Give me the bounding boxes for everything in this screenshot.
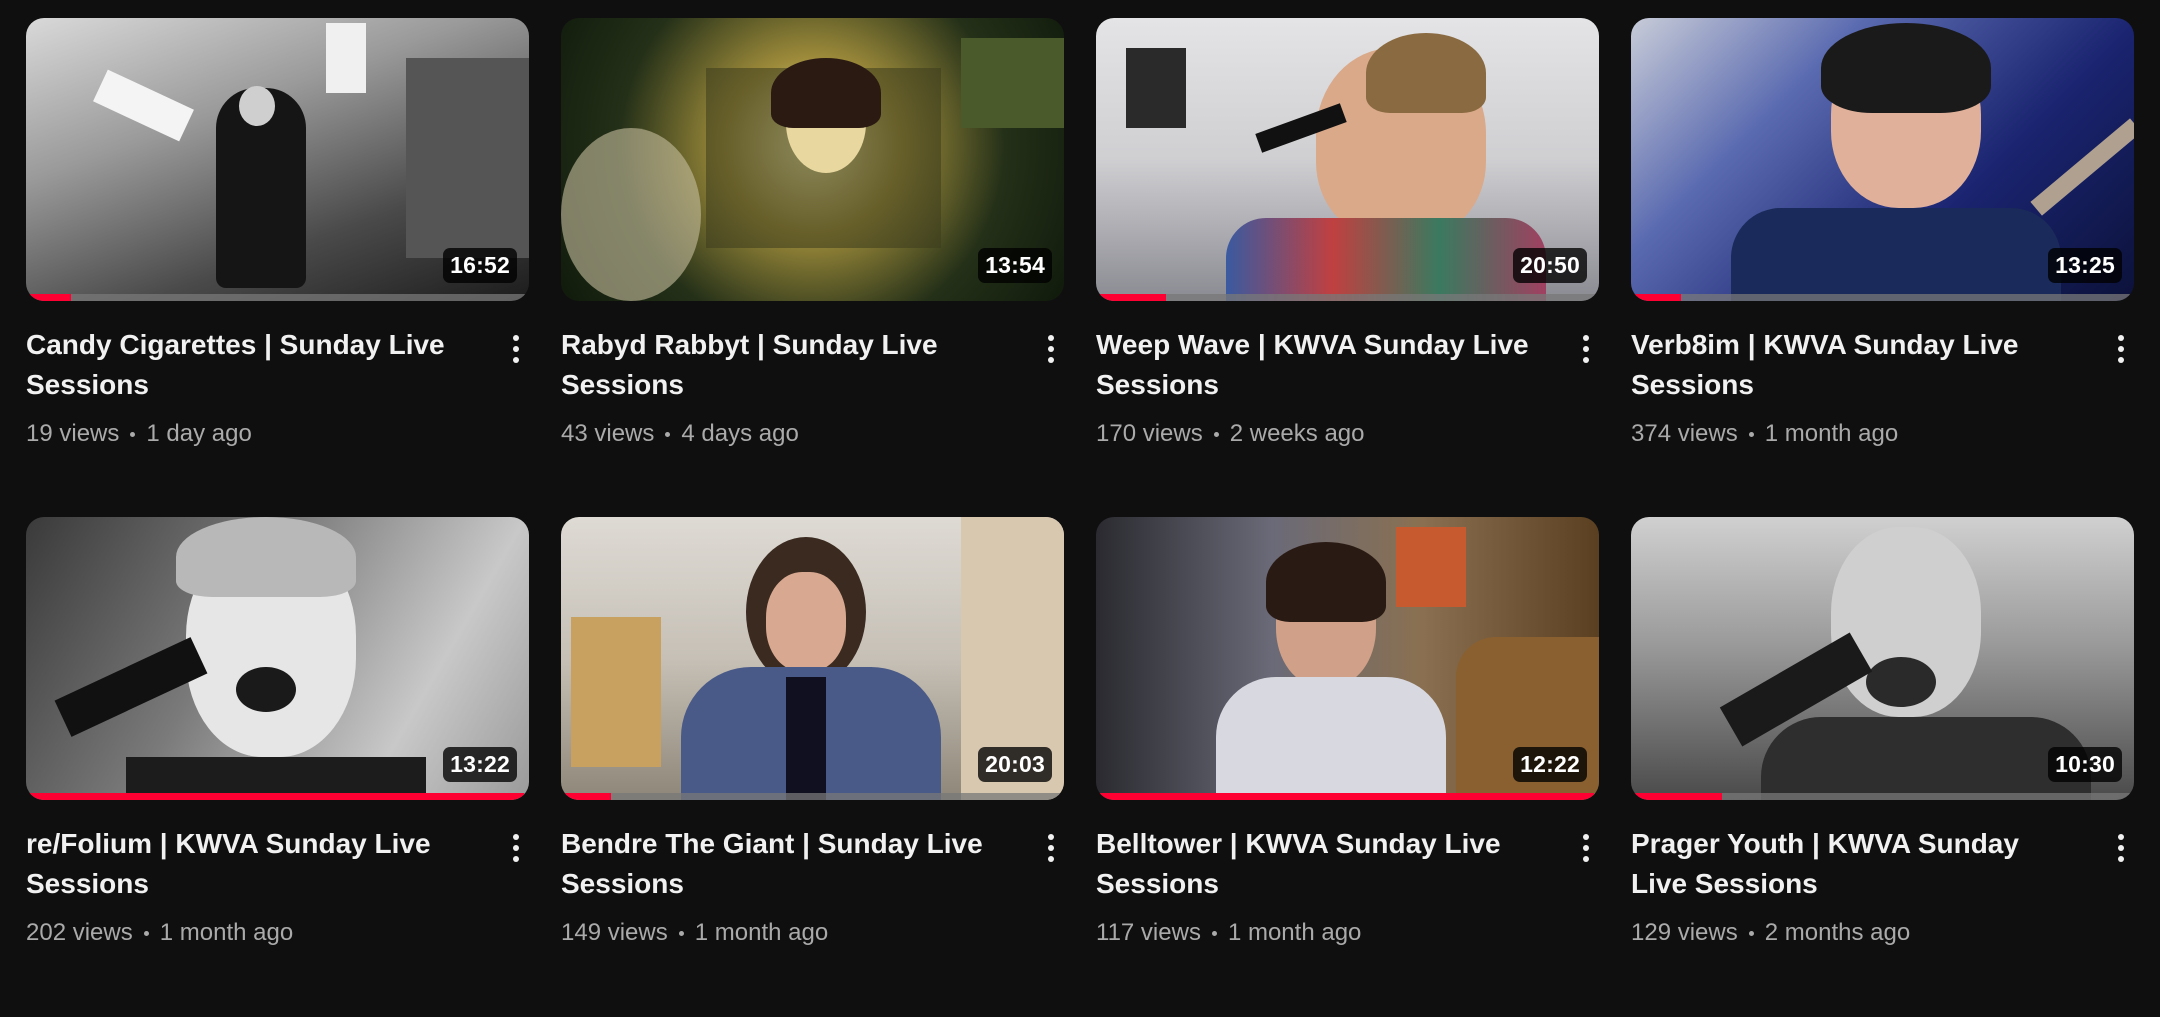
video-title[interactable]: Bendre The Giant | Sunday Live Sessions <box>561 824 1008 904</box>
video-stats: 129 views 2 months ago <box>1631 916 2078 950</box>
view-count: 43 views <box>561 420 655 447</box>
view-count: 19 views <box>26 420 120 447</box>
duration-badge: 20:03 <box>978 747 1052 782</box>
video-title[interactable]: Prager Youth | KWVA Sunday Live Sessions <box>1631 824 2078 904</box>
video-stats: 374 views 1 month ago <box>1631 417 2078 451</box>
video-thumbnail[interactable]: 20:50 <box>1096 18 1599 301</box>
video-thumbnail[interactable]: 20:03 <box>561 517 1064 800</box>
duration-badge: 13:25 <box>2048 248 2122 283</box>
video-thumbnail[interactable]: 13:22 <box>26 517 529 800</box>
separator-dot <box>678 930 684 936</box>
video-title[interactable]: Candy Cigarettes | Sunday Live Sessions <box>26 325 473 405</box>
video-title[interactable]: re/Folium | KWVA Sunday Live Sessions <box>26 824 473 904</box>
upload-age: 2 weeks ago <box>1229 420 1365 447</box>
view-count: 170 views <box>1096 420 1203 447</box>
upload-age: 1 day ago <box>146 420 252 447</box>
video-title[interactable]: Weep Wave | KWVA Sunday Live Sessions <box>1096 325 1543 405</box>
video-stats: 19 views 1 day ago <box>26 417 473 451</box>
video-card[interactable]: 13:22 re/Folium | KWVA Sunday Live Sessi… <box>26 517 529 1017</box>
watch-progress-bar <box>561 793 1064 800</box>
video-card[interactable]: 13:25 Verb8im | KWVA Sunday Live Session… <box>1631 18 2134 517</box>
upload-age: 1 month ago <box>694 919 829 946</box>
video-title[interactable]: Belltower | KWVA Sunday Live Sessions <box>1096 824 1543 904</box>
upload-age: 1 month ago <box>1227 919 1362 946</box>
video-thumbnail[interactable]: 10:30 <box>1631 517 2134 800</box>
video-title[interactable]: Verb8im | KWVA Sunday Live Sessions <box>1631 325 2078 405</box>
video-card[interactable]: 20:50 Weep Wave | KWVA Sunday Live Sessi… <box>1096 18 1599 517</box>
watch-progress-fill <box>1631 793 1722 800</box>
watch-progress-bar <box>1096 294 1599 301</box>
separator-dot <box>130 431 136 437</box>
watch-progress-fill <box>26 793 524 800</box>
video-details: Candy Cigarettes | Sunday Live Sessions … <box>26 325 529 451</box>
video-grid: 16:52 Candy Cigarettes | Sunday Live Ses… <box>26 18 2134 1017</box>
video-thumbnail[interactable]: 16:52 <box>26 18 529 301</box>
view-count: 202 views <box>26 919 133 946</box>
separator-dot <box>1748 431 1754 437</box>
more-vert-icon[interactable] <box>503 828 529 868</box>
video-details: Belltower | KWVA Sunday Live Sessions 11… <box>1096 824 1599 950</box>
duration-badge: 10:30 <box>2048 747 2122 782</box>
video-stats: 43 views 4 days ago <box>561 417 1008 451</box>
duration-badge: 16:52 <box>443 248 517 283</box>
duration-badge: 20:50 <box>1513 248 1587 283</box>
view-count: 117 views <box>1096 919 1201 946</box>
video-stats: 202 views 1 month ago <box>26 916 473 950</box>
more-vert-icon[interactable] <box>2108 329 2134 369</box>
more-vert-icon[interactable] <box>1038 329 1064 369</box>
watch-progress-fill <box>26 294 72 301</box>
view-count: 149 views <box>561 919 668 946</box>
video-thumbnail[interactable]: 13:54 <box>561 18 1064 301</box>
video-thumbnail[interactable]: 12:22 <box>1096 517 1599 800</box>
upload-age: 4 days ago <box>681 420 799 447</box>
watch-progress-bar <box>1631 793 2134 800</box>
video-stats: 170 views 2 weeks ago <box>1096 417 1543 451</box>
video-card[interactable]: 10:30 Prager Youth | KWVA Sunday Live Se… <box>1631 517 2134 1017</box>
more-vert-icon[interactable] <box>2108 828 2134 868</box>
duration-badge: 13:22 <box>443 747 517 782</box>
video-details: Prager Youth | KWVA Sunday Live Sessions… <box>1631 824 2134 950</box>
separator-dot <box>665 431 671 437</box>
video-title[interactable]: Rabyd Rabbyt | Sunday Live Sessions <box>561 325 1008 405</box>
upload-age: 2 months ago <box>1764 919 1911 946</box>
duration-badge: 13:54 <box>978 248 1052 283</box>
upload-age: 1 month ago <box>1764 420 1899 447</box>
video-card[interactable]: 20:03 Bendre The Giant | Sunday Live Ses… <box>561 517 1064 1017</box>
more-vert-icon[interactable] <box>1573 329 1599 369</box>
duration-badge: 12:22 <box>1513 747 1587 782</box>
watch-progress-bar <box>1631 294 2134 301</box>
video-thumbnail[interactable]: 13:25 <box>1631 18 2134 301</box>
view-count: 374 views <box>1631 420 1738 447</box>
video-stats: 149 views 1 month ago <box>561 916 1008 950</box>
watch-progress-fill <box>1096 793 1594 800</box>
video-details: re/Folium | KWVA Sunday Live Sessions 20… <box>26 824 529 950</box>
more-vert-icon[interactable] <box>1573 828 1599 868</box>
more-vert-icon[interactable] <box>503 329 529 369</box>
view-count: 129 views <box>1631 919 1738 946</box>
upload-age: 1 month ago <box>159 919 294 946</box>
separator-dot <box>143 930 149 936</box>
watch-progress-fill <box>1096 294 1167 301</box>
separator-dot <box>1211 930 1217 936</box>
watch-progress-fill <box>561 793 612 800</box>
separator-dot <box>1748 930 1754 936</box>
watch-progress-bar <box>26 294 529 301</box>
separator-dot <box>1213 431 1219 437</box>
video-stats: 117 views 1 month ago <box>1096 916 1543 950</box>
video-details: Verb8im | KWVA Sunday Live Sessions 374 … <box>1631 325 2134 451</box>
video-details: Weep Wave | KWVA Sunday Live Sessions 17… <box>1096 325 1599 451</box>
video-card[interactable]: 12:22 Belltower | KWVA Sunday Live Sessi… <box>1096 517 1599 1017</box>
video-details: Rabyd Rabbyt | Sunday Live Sessions 43 v… <box>561 325 1064 451</box>
video-card[interactable]: 16:52 Candy Cigarettes | Sunday Live Ses… <box>26 18 529 517</box>
watch-progress-fill <box>1631 294 1682 301</box>
video-details: Bendre The Giant | Sunday Live Sessions … <box>561 824 1064 950</box>
video-card[interactable]: 13:54 Rabyd Rabbyt | Sunday Live Session… <box>561 18 1064 517</box>
watch-progress-bar <box>26 793 529 800</box>
watch-progress-bar <box>1096 793 1599 800</box>
more-vert-icon[interactable] <box>1038 828 1064 868</box>
